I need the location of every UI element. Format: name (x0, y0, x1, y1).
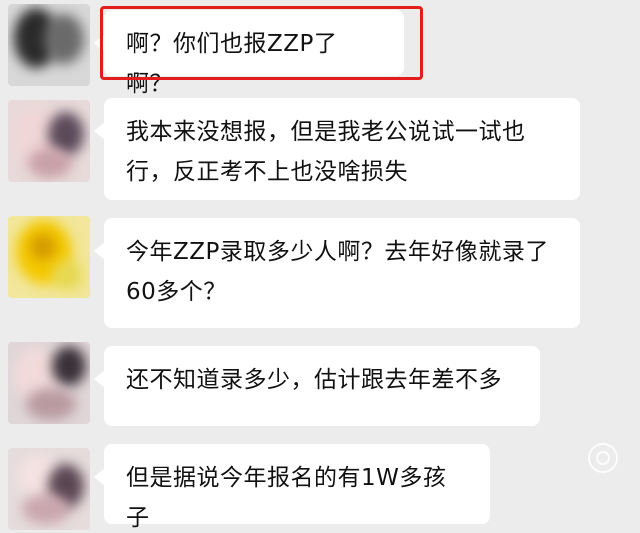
chat-message: 我本来没想报，但是我老公说试一试也行，反正考不上也没啥损失 (0, 90, 640, 206)
message-bubble: 还不知道录多少，估计跟去年差不多 (94, 346, 540, 426)
message-text: 今年ZZP录取多少人啊？去年好像就录了60多个？ (126, 239, 549, 305)
user-avatar[interactable] (8, 342, 90, 424)
message-bubble: 我本来没想报，但是我老公说试一试也行，反正考不上也没啥损失 (94, 98, 580, 200)
highlight-box (100, 6, 423, 80)
message-text: 还不知道录多少，估计跟去年差不多 (126, 367, 502, 393)
chat-message: 还不知道录多少，估计跟去年差不多 (0, 340, 640, 430)
user-avatar[interactable] (8, 4, 90, 86)
watermark (586, 441, 620, 475)
user-avatar[interactable] (8, 216, 90, 298)
chat-message: 但是据说今年报名的有1W多孩子 (0, 438, 640, 531)
chat-message: 今年ZZP录取多少人啊？去年好像就录了60多个？ (0, 214, 640, 330)
message-bubble: 今年ZZP录取多少人啊？去年好像就录了60多个？ (94, 218, 580, 328)
chat-message: 啊？你们也报ZZP了啊？ (0, 4, 640, 97)
user-avatar[interactable] (8, 100, 90, 182)
message-text: 我本来没想报，但是我老公说试一试也行，反正考不上也没啥损失 (126, 119, 526, 185)
watermark-logo-icon (588, 443, 618, 473)
message-text: 但是据说今年报名的有1W多孩子 (126, 465, 447, 531)
user-avatar[interactable] (8, 448, 90, 530)
chat-window: 啊？你们也报ZZP了啊？ 我本来没想报，但是我老公说试一试也行，反正考不上也没啥… (0, 0, 640, 533)
message-bubble: 但是据说今年报名的有1W多孩子 (94, 444, 490, 531)
